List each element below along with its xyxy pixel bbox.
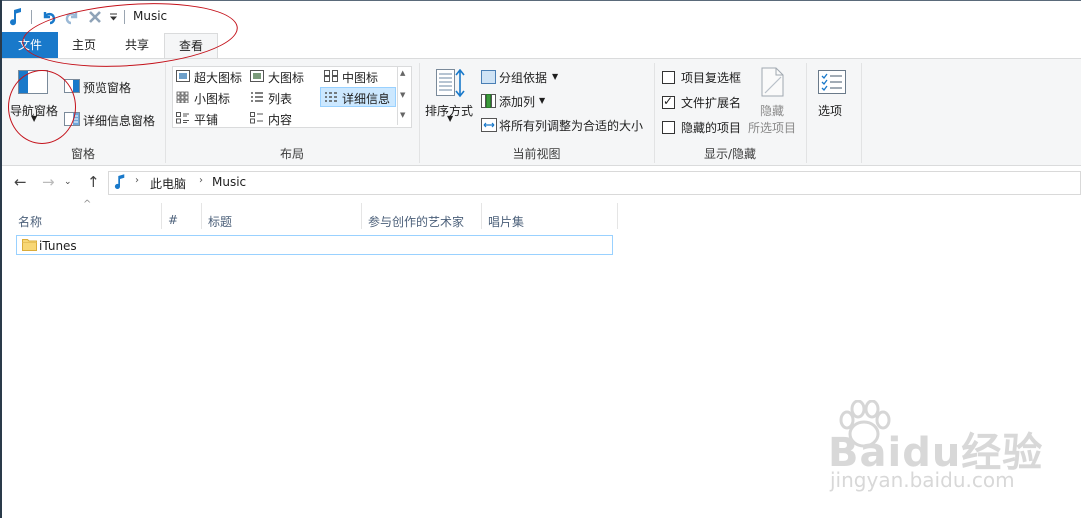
preview-pane-button[interactable]: 预览窗格 [83,79,131,96]
delete-icon[interactable] [87,7,103,27]
extra-large-icons-icon [176,70,190,85]
size-all-columns-icon[interactable] [481,118,497,135]
watermark-url: jingyan.baidu.com [830,468,1015,492]
breadcrumb-chevron-icon[interactable]: › [199,175,203,186]
group-label-layout: 布局 [279,147,304,161]
group-by-button[interactable]: 分组依据 [499,69,547,86]
options-icon[interactable] [818,70,846,97]
item-checkboxes-label[interactable]: 项目复选框 [681,69,741,86]
up-arrow-icon[interactable]: ↑ [87,173,100,191]
layout-details[interactable]: 详细信息 [342,90,390,107]
scroll-up-icon[interactable]: ▲ [400,69,405,77]
hide-selected-label-2[interactable]: 所选项目 [748,119,796,136]
group-separator [806,63,807,163]
column-header-number[interactable]: # [168,213,178,227]
content-icon [250,112,264,127]
group-separator [861,63,862,163]
column-header-album[interactable]: 唱片集 [488,213,524,230]
add-columns-dropdown-icon[interactable]: ▼ [539,96,545,105]
address-bar[interactable]: › 此电脑 › Music [108,171,1081,195]
tab-share[interactable]: 共享 [110,33,164,57]
add-columns-icon[interactable] [481,94,497,111]
breadcrumb-chevron-icon[interactable]: › [135,175,139,186]
file-extensions-label[interactable]: 文件扩展名 [681,94,741,111]
layout-tiles[interactable]: 平铺 [194,111,218,128]
details-icon [324,91,338,106]
preview-pane-icon[interactable] [64,79,80,96]
hide-selected-label-1[interactable]: 隐藏 [760,102,784,119]
column-separator[interactable] [201,203,202,229]
tab-home[interactable]: 主页 [58,33,110,57]
folder-icon [22,238,37,254]
column-header-name[interactable]: 名称 [18,213,42,230]
sort-by-icon[interactable] [436,68,466,102]
recent-locations-chevron-icon[interactable]: ⌄ [64,177,72,187]
column-header-contributing-artists[interactable]: 参与创作的艺术家 [368,213,464,230]
size-all-columns-button[interactable]: 将所有列调整为合适的大小 [499,117,643,134]
group-by-icon[interactable] [481,70,496,87]
hidden-items-label[interactable]: 隐藏的项目 [681,119,741,136]
layout-extra-large-icons[interactable]: 超大图标 [194,69,242,86]
hide-selected-icon[interactable] [761,67,785,100]
forward-arrow-icon[interactable]: → [42,173,55,191]
column-separator[interactable] [481,203,482,229]
layout-scrollbar[interactable]: ▲ ▼ ▼ [397,67,410,125]
customize-dropdown-icon[interactable] [107,7,119,27]
music-folder-icon [114,174,126,193]
layout-small-icons[interactable]: 小图标 [194,90,230,107]
sort-by-dropdown-icon[interactable]: ▼ [447,114,453,123]
column-separator[interactable] [161,203,162,229]
group-label-panes: 窗格 [70,147,95,161]
title-bar: Music [2,1,1081,32]
quick-access-separator [31,10,32,24]
column-separator[interactable] [361,203,362,229]
navigation-pane-icon[interactable] [18,70,48,97]
music-note-icon[interactable] [8,7,24,27]
large-icons-icon [250,70,264,85]
details-pane-button[interactable]: 详细信息窗格 [83,112,155,129]
window-title: Music [133,9,168,23]
navigation-bar: ← → ⌄ ↑ › 此电脑 › Music [2,167,1081,199]
sort-ascending-icon: ^ [83,199,92,210]
undo-icon[interactable] [40,7,58,27]
column-header-title[interactable]: 标题 [208,213,232,230]
redo-icon[interactable] [63,7,81,27]
options-button[interactable]: 选项 [818,102,842,119]
group-label-current-view: 当前视图 [512,147,561,161]
breadcrumb-music[interactable]: Music [212,175,246,189]
tiles-icon [176,112,190,127]
breadcrumb-this-pc[interactable]: 此电脑 [150,175,186,192]
list-icon [250,91,264,106]
tab-file[interactable]: 文件 [2,32,58,58]
group-label-show-hide: 显示/隐藏 [703,147,757,161]
hidden-items-checkbox[interactable] [662,121,675,134]
ribbon-view: 导航窗格 ▼ 预览窗格 详细信息窗格 窗格 超大图标 大图标 中图标 小图标 列… [2,58,1081,166]
medium-icons-icon [324,70,338,85]
file-extensions-checkbox[interactable] [662,94,675,109]
add-columns-button[interactable]: 添加列 [499,93,535,110]
ribbon-tabs: 文件 主页 共享 查看 [2,32,1081,59]
layout-large-icons[interactable]: 大图标 [268,69,304,86]
navigation-pane-dropdown-icon[interactable]: ▼ [31,114,37,123]
layout-list[interactable]: 列表 [268,90,292,107]
layout-medium-icons[interactable]: 中图标 [342,69,378,86]
layout-content[interactable]: 内容 [268,111,292,128]
details-pane-icon[interactable] [64,112,80,129]
scroll-down-icon[interactable]: ▼ [400,91,405,99]
table-row[interactable]: iTunes [16,235,613,255]
tab-view[interactable]: 查看 [164,33,218,59]
small-icons-icon [176,91,190,106]
column-separator[interactable] [617,203,618,229]
gallery-expand-icon[interactable]: ▼ [400,111,405,119]
back-arrow-icon[interactable]: ← [14,173,27,191]
file-name: iTunes [39,239,77,253]
item-checkboxes-checkbox[interactable] [662,71,675,84]
group-by-dropdown-icon[interactable]: ▼ [552,72,558,81]
title-separator [124,10,125,24]
